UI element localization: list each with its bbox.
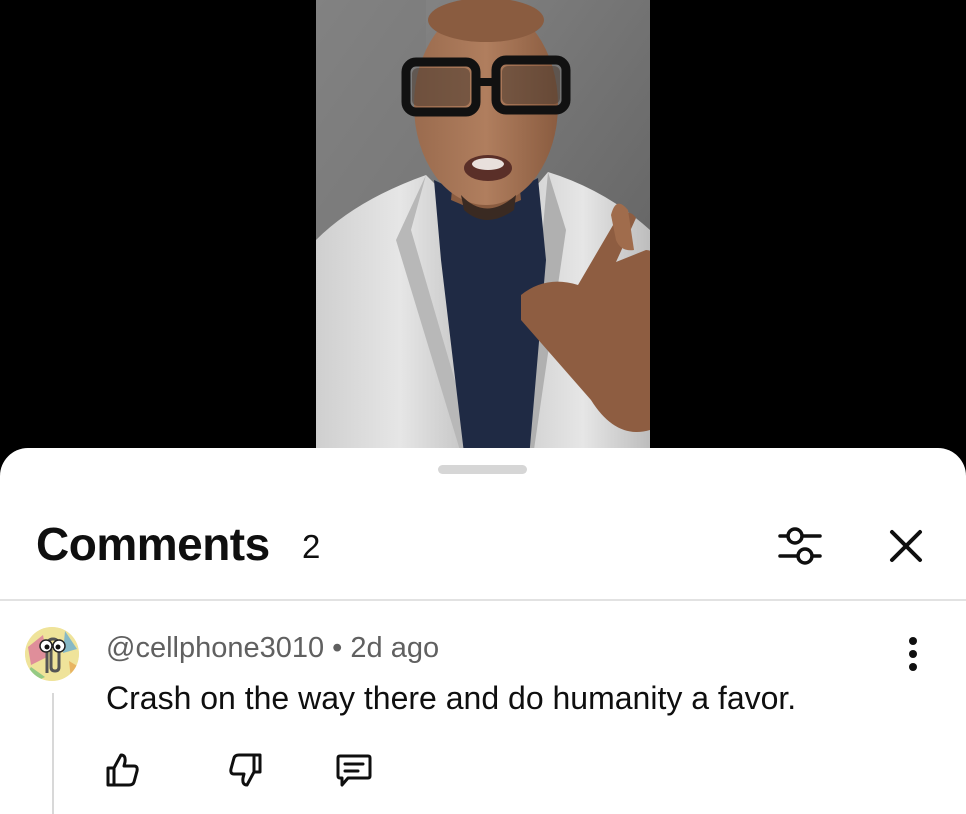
comment-more-button[interactable] — [896, 634, 930, 674]
header-divider — [0, 599, 966, 601]
comments-header: Comments 2 — [0, 514, 966, 574]
thread-line — [52, 693, 54, 814]
video-frame[interactable] — [316, 0, 650, 470]
more-vertical-icon — [909, 637, 917, 671]
comment-item: @cellphone3010 • 2d ago Crash on the way… — [0, 608, 966, 814]
paperclip-avatar-icon — [25, 627, 79, 681]
comment-meta: @cellphone3010 • 2d ago — [106, 630, 439, 666]
thumbs-up-icon — [106, 753, 139, 787]
close-button[interactable] — [878, 518, 934, 574]
drag-handle[interactable] — [438, 465, 527, 474]
video-player[interactable] — [0, 0, 966, 470]
thumbs-down-icon — [229, 753, 262, 787]
meta-separator: • — [332, 632, 343, 664]
comments-sheet: Comments 2 @cellphone3010 • 2d ago Crash… — [0, 448, 966, 814]
close-icon — [890, 530, 922, 562]
reply-button[interactable] — [332, 748, 376, 792]
dislike-button[interactable] — [224, 748, 268, 792]
reply-icon — [336, 754, 372, 787]
comment-author[interactable]: @cellphone3010 — [106, 632, 324, 664]
comment-time: 2d ago — [350, 632, 440, 664]
comment-text: Crash on the way there and do humanity a… — [106, 680, 797, 716]
comment-count: 2 — [302, 528, 321, 565]
commenter-avatar[interactable] — [25, 627, 79, 681]
comments-title: Comments — [36, 518, 270, 570]
filter-button[interactable] — [770, 518, 830, 574]
like-button[interactable] — [100, 748, 144, 792]
video-thumbnail — [316, 0, 650, 470]
filter-icon — [778, 527, 822, 565]
